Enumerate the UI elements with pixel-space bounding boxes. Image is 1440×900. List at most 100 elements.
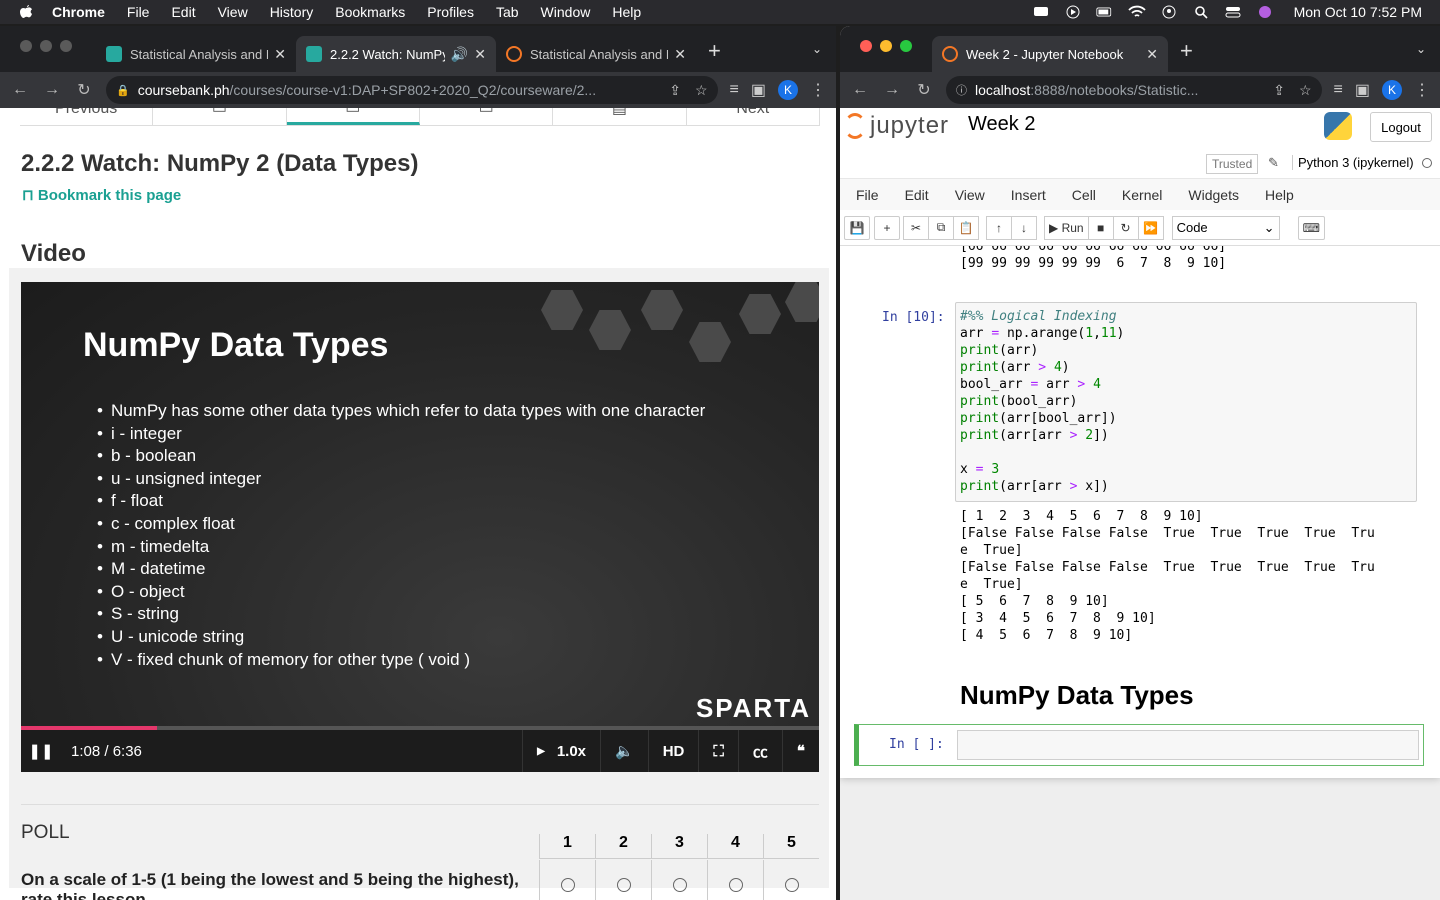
side-panel-icon[interactable]: ▣	[751, 80, 766, 100]
fullscreen-icon[interactable]: ⛶	[698, 730, 738, 772]
lock-icon[interactable]: 🔒	[116, 84, 130, 97]
radio-button-5[interactable]	[784, 878, 799, 892]
user-icon[interactable]	[1160, 5, 1178, 19]
run-button[interactable]: ▶ Run	[1044, 215, 1089, 240]
menubar-edit[interactable]: Edit	[171, 4, 195, 20]
video-frame[interactable]: NumPy Data Types NumPy has some other da…	[21, 282, 819, 726]
zoom-window-button[interactable]	[60, 40, 72, 52]
back-icon[interactable]: ←	[850, 81, 870, 99]
close-window-button[interactable]	[20, 40, 32, 52]
menubar-clock[interactable]: Mon Oct 10 7:52 PM	[1294, 4, 1422, 20]
volume-icon[interactable]: 🔈	[600, 730, 648, 772]
pencil-icon[interactable]: ✎	[1268, 155, 1279, 171]
profile-avatar[interactable]: K	[1382, 80, 1402, 100]
cell-type-select[interactable]: Code ⌄	[1171, 215, 1280, 240]
control-center-icon[interactable]	[1224, 5, 1242, 19]
tab-numpy-video[interactable]: 2.2.2 Watch: NumPy 🔊 ✕	[296, 36, 496, 72]
wifi-icon[interactable]	[1127, 5, 1146, 19]
closed-captions-icon[interactable]: ㏄	[737, 730, 782, 772]
cut-icon[interactable]: ✂	[903, 215, 929, 240]
menubar-profiles[interactable]: Profiles	[427, 4, 474, 20]
notebook-name[interactable]: Week 2	[968, 113, 1035, 136]
menu-file[interactable]: File	[856, 187, 879, 203]
copy-icon[interactable]: ⧉	[928, 215, 954, 240]
logout-button[interactable]: Logout	[1370, 112, 1432, 142]
menubar-bookmarks[interactable]: Bookmarks	[335, 4, 405, 20]
address-bar[interactable]: 🔒 coursebank.ph /courses/course-v1:DAP+S…	[106, 76, 718, 104]
menubar-file[interactable]: File	[127, 4, 150, 20]
search-icon[interactable]	[1192, 5, 1210, 19]
back-icon[interactable]: ←	[10, 81, 30, 99]
move-up-icon[interactable]: ↑	[986, 215, 1012, 240]
reload-icon[interactable]: ↻	[914, 80, 934, 100]
menubar-app-name[interactable]: Chrome	[52, 4, 105, 20]
play-icon[interactable]	[1064, 5, 1082, 19]
seq-unit-4[interactable]: ▤	[553, 108, 687, 125]
menubar-help[interactable]: Help	[612, 4, 641, 20]
close-tab-icon[interactable]: ✕	[474, 46, 486, 63]
move-down-icon[interactable]: ↓	[1011, 215, 1037, 240]
transcript-quote-icon[interactable]: ❝	[781, 730, 819, 772]
reload-icon[interactable]: ↻	[74, 80, 94, 100]
notification-icon[interactable]	[1032, 5, 1050, 19]
address-bar[interactable]: ⓘ localhost :8888/notebooks/Statistic...…	[946, 76, 1322, 104]
close-window-button[interactable]	[860, 40, 872, 52]
siri-icon[interactable]	[1256, 5, 1274, 19]
keyboard-icon[interactable]: ⌨	[1297, 215, 1325, 240]
insert-cell-icon[interactable]: +	[874, 215, 900, 240]
bookmark-star-icon[interactable]: ☆	[695, 82, 708, 99]
bookmark-link[interactable]: ⊓ Bookmark this page	[22, 186, 181, 204]
menu-help[interactable]: Help	[1265, 187, 1294, 203]
pause-icon[interactable]: ❚❚	[21, 742, 61, 760]
speaker-icon[interactable]: 🔊	[451, 46, 468, 63]
tab-statistical-analysis-2[interactable]: Statistical Analysis and M ✕	[496, 36, 696, 72]
restart-icon[interactable]: ↻	[1112, 215, 1139, 240]
new-tab-button[interactable]: +	[1180, 38, 1193, 64]
info-icon[interactable]: ⓘ	[956, 82, 967, 98]
fast-forward-icon[interactable]: ⏩	[1137, 215, 1164, 240]
menubar-view[interactable]: View	[218, 4, 248, 20]
radio-button-4[interactable]	[728, 878, 743, 892]
new-tab-button[interactable]: +	[708, 38, 721, 64]
menu-insert[interactable]: Insert	[1011, 187, 1046, 203]
code-cell-editor[interactable]: #%% Logical Indexing arr = np.arange(1,1…	[955, 302, 1417, 502]
jupyter-logo[interactable]: jupyter	[844, 112, 949, 140]
bookmark-star-icon[interactable]: ☆	[1299, 82, 1312, 99]
tab-search-icon[interactable]: ⌄	[1416, 42, 1426, 56]
menu-kernel[interactable]: Kernel	[1122, 187, 1162, 203]
zoom-window-button[interactable]	[900, 40, 912, 52]
menu-edit[interactable]: Edit	[905, 187, 929, 203]
menu-cell[interactable]: Cell	[1072, 187, 1096, 203]
tab-statistical-analysis-1[interactable]: Statistical Analysis and M ✕	[96, 36, 296, 72]
kernel-name[interactable]: Python 3 (ipykernel)	[1292, 155, 1414, 170]
side-panel-icon[interactable]: ▣	[1355, 80, 1370, 100]
minimize-window-button[interactable]	[40, 40, 52, 52]
forward-icon[interactable]: →	[42, 81, 62, 99]
tab-jupyter-week2[interactable]: Week 2 - Jupyter Notebook ✕	[932, 36, 1168, 72]
minimize-window-button[interactable]	[880, 40, 892, 52]
chrome-menu-icon[interactable]: ⋮	[810, 80, 826, 100]
apple-icon[interactable]	[18, 4, 34, 20]
empty-cell-input[interactable]	[957, 730, 1419, 760]
previous-button[interactable]: Previous	[20, 108, 154, 125]
menu-view[interactable]: View	[955, 187, 985, 203]
save-icon[interactable]: 💾	[844, 215, 870, 240]
menu-widgets[interactable]: Widgets	[1188, 187, 1239, 203]
seq-unit-3[interactable]: ▭	[420, 108, 554, 125]
menubar-history[interactable]: History	[270, 4, 314, 20]
close-tab-icon[interactable]: ✕	[1146, 46, 1158, 63]
next-button[interactable]: Next	[687, 108, 820, 125]
share-icon[interactable]: ⇪	[669, 82, 681, 99]
speed-button[interactable]: ▶ 1.0x	[522, 730, 600, 772]
chrome-menu-icon[interactable]: ⋮	[1414, 80, 1430, 100]
radio-button-3[interactable]	[672, 878, 687, 892]
radio-button-1[interactable]	[560, 878, 575, 892]
seq-unit-2-video-icon[interactable]: ▭	[286, 108, 420, 125]
reading-list-icon[interactable]: ≡	[1334, 81, 1343, 99]
close-tab-icon[interactable]: ✕	[674, 46, 686, 63]
hd-button[interactable]: HD	[647, 730, 699, 772]
forward-icon[interactable]: →	[882, 81, 902, 99]
stop-icon[interactable]: ■	[1087, 215, 1114, 240]
markdown-heading[interactable]: NumPy Data Types	[960, 680, 1194, 711]
paste-icon[interactable]: 📋	[953, 215, 979, 240]
